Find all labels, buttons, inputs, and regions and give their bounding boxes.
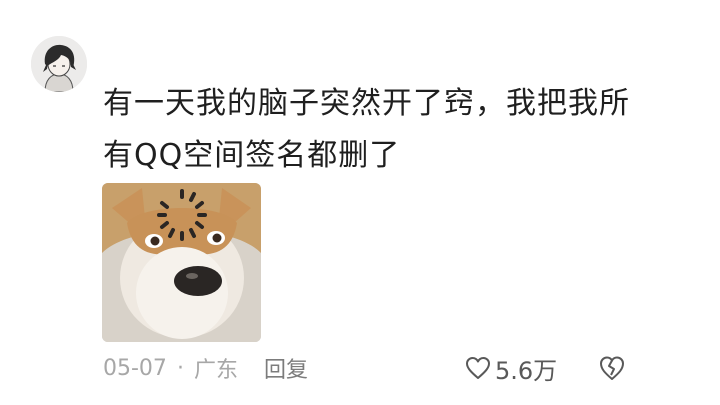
comment-line-2: 有QQ空间签名都删了 — [103, 138, 401, 173]
avatar[interactable] — [31, 36, 87, 92]
meme-image[interactable] — [102, 183, 261, 342]
comment-text: 有一天我的脑子突然开了窍，我把我所 有QQ空间签名都删了 — [103, 78, 663, 182]
comment-location: 广东 — [193, 358, 238, 383]
comment-meta: 05-07 · 广东 回复 — [103, 350, 308, 386]
comment-line-1: 有一天我的脑子突然开了窍，我把我所 — [103, 86, 630, 121]
reply-button[interactable]: 回复 — [264, 352, 308, 384]
corgi-loading-meme — [102, 183, 261, 342]
comment-date: 05-07 — [103, 355, 167, 381]
like-button[interactable]: 5.6万 — [465, 350, 557, 386]
heart-outline-icon — [466, 357, 490, 379]
dislike-button[interactable] — [598, 354, 626, 382]
avatar-image — [31, 36, 87, 92]
meta-separator: · — [176, 355, 184, 381]
like-count: 5.6万 — [495, 356, 558, 385]
broken-heart-icon — [600, 356, 624, 380]
